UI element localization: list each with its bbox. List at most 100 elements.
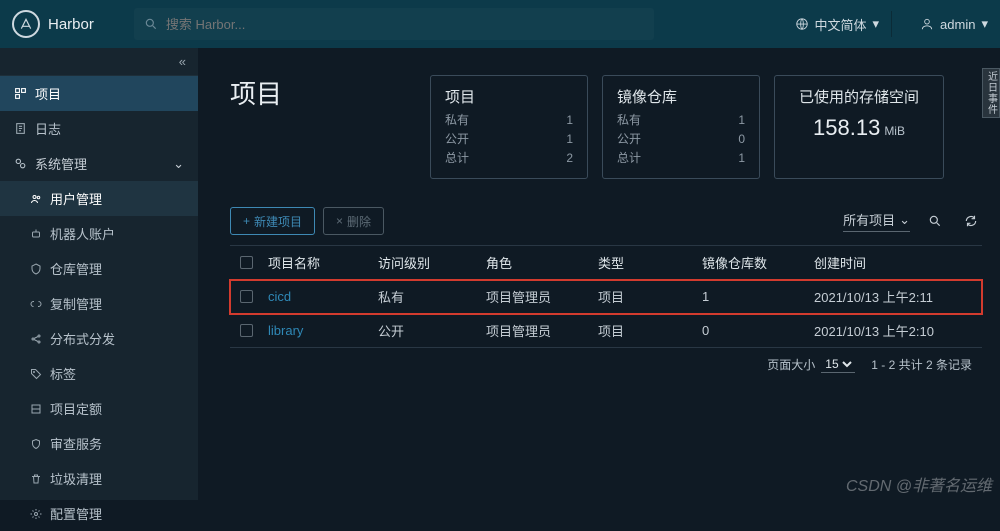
sidebar-item-gc[interactable]: 垃圾清理 bbox=[0, 461, 198, 496]
row-checkbox[interactable] bbox=[240, 324, 253, 337]
table-row: library 公开 项目管理员 项目 0 2021/10/13 上午2:10 bbox=[230, 314, 982, 348]
trash-icon bbox=[30, 473, 42, 485]
stat-val: 2 bbox=[566, 149, 573, 168]
sidebar-group-label: 系统管理 bbox=[35, 154, 87, 173]
language-label: 中文简体 bbox=[815, 15, 867, 34]
stat-title: 已使用的存储空间 bbox=[793, 86, 925, 107]
button-label: 删除 bbox=[347, 213, 371, 230]
project-link[interactable]: cicd bbox=[268, 289, 378, 304]
logs-icon bbox=[14, 122, 27, 135]
sidebar-item-audit[interactable]: 审查服务 bbox=[0, 426, 198, 461]
stat-title: 项目 bbox=[445, 86, 573, 107]
sidebar-item-label: 配置管理 bbox=[50, 504, 102, 523]
sidebar-item-distribution[interactable]: 分布式分发 bbox=[0, 321, 198, 356]
tag-icon bbox=[30, 368, 42, 380]
stat-key: 公开 bbox=[445, 130, 469, 149]
sidebar-item-quota[interactable]: 项目定额 bbox=[0, 391, 198, 426]
sidebar-item-label: 项目 bbox=[35, 84, 61, 103]
projects-table: 项目名称 访问级别 角色 类型 镜像仓库数 创建时间 cicd 私有 项目管理员… bbox=[230, 245, 982, 348]
chevron-down-icon: ▾ bbox=[873, 16, 880, 32]
repo-icon bbox=[30, 263, 42, 275]
sidebar-item-projects[interactable]: 项目 bbox=[0, 76, 198, 111]
stat-val: 1 bbox=[738, 149, 745, 168]
global-search[interactable] bbox=[134, 8, 654, 40]
col-access: 访问级别 bbox=[378, 253, 486, 272]
stat-key: 公开 bbox=[617, 130, 641, 149]
harbor-logo-icon bbox=[12, 10, 40, 38]
page-size-select[interactable]: 15 bbox=[821, 356, 855, 373]
close-icon: × bbox=[336, 214, 343, 228]
sidebar: « 项目 日志 系统管理 ⌄ 用户管理 bbox=[0, 48, 198, 500]
cell-type: 项目 bbox=[598, 321, 702, 340]
sidebar-item-logs[interactable]: 日志 bbox=[0, 111, 198, 146]
language-switcher[interactable]: 中文简体 ▾ bbox=[795, 15, 880, 34]
sidebar-item-label: 日志 bbox=[35, 119, 61, 138]
sidebar-item-label: 仓库管理 bbox=[50, 259, 102, 278]
main-content: 项目 项目 私有 1 公开 1 总计 2 镜像仓库 私有1 公开0 总计1 已使用的存… bbox=[198, 48, 1000, 500]
gear-icon bbox=[30, 508, 42, 520]
project-link[interactable]: library bbox=[268, 323, 378, 338]
sidebar-item-label: 用户管理 bbox=[50, 189, 102, 208]
new-project-button[interactable]: + 新建项目 bbox=[230, 207, 315, 235]
sidebar-group-children: 用户管理 机器人账户 仓库管理 复制管理 分布式分发 标签 bbox=[0, 181, 198, 531]
table-header: 项目名称 访问级别 角色 类型 镜像仓库数 创建时间 bbox=[230, 246, 982, 280]
chevron-down-icon: ⌄ bbox=[899, 212, 910, 228]
delete-button[interactable]: × 删除 bbox=[323, 207, 384, 235]
stat-card-storage: 已使用的存储空间 158.13MiB bbox=[774, 75, 944, 179]
users-icon bbox=[30, 193, 42, 205]
storage-value: 158.13 bbox=[813, 115, 880, 140]
sidebar-item-replication[interactable]: 复制管理 bbox=[0, 286, 198, 321]
cell-access: 公开 bbox=[378, 321, 486, 340]
sidebar-group-system[interactable]: 系统管理 ⌄ bbox=[0, 146, 198, 181]
stat-key: 总计 bbox=[445, 149, 469, 168]
user-label: admin bbox=[940, 17, 975, 32]
settings-icon bbox=[14, 157, 27, 170]
filter-label: 所有项目 bbox=[843, 210, 895, 229]
pagination: 页面大小 15 1 - 2 共计 2 条记录 bbox=[230, 348, 982, 373]
search-filter-button[interactable] bbox=[924, 210, 946, 232]
sidebar-item-robots[interactable]: 机器人账户 bbox=[0, 216, 198, 251]
stat-val: 1 bbox=[738, 111, 745, 130]
stat-key: 私有 bbox=[445, 111, 469, 130]
sidebar-item-label: 复制管理 bbox=[50, 294, 102, 313]
stat-card-repos: 镜像仓库 私有1 公开0 总计1 bbox=[602, 75, 760, 179]
stat-card-projects: 项目 私有1 公开1 总计2 bbox=[430, 75, 588, 179]
cell-created: 2021/10/13 上午2:11 bbox=[814, 287, 972, 306]
sidebar-collapse[interactable]: « bbox=[0, 48, 198, 76]
sidebar-item-label: 机器人账户 bbox=[50, 224, 115, 243]
search-input[interactable] bbox=[166, 17, 644, 32]
stat-title: 镜像仓库 bbox=[617, 86, 745, 107]
shield-icon bbox=[30, 438, 42, 450]
refresh-button[interactable] bbox=[960, 210, 982, 232]
toolbar: + 新建项目 × 删除 所有项目 ⌄ bbox=[230, 207, 982, 235]
plus-icon: + bbox=[243, 214, 250, 228]
sidebar-item-label: 标签 bbox=[50, 364, 76, 383]
stat-val: 1 bbox=[566, 111, 573, 130]
cell-role: 项目管理员 bbox=[486, 321, 598, 340]
cell-access: 私有 bbox=[378, 287, 486, 306]
events-side-tab[interactable]: 近日事件 bbox=[982, 68, 1000, 118]
sidebar-item-labels[interactable]: 标签 bbox=[0, 356, 198, 391]
select-all-checkbox[interactable] bbox=[240, 256, 253, 269]
cell-type: 项目 bbox=[598, 287, 702, 306]
table-row: cicd 私有 项目管理员 项目 1 2021/10/13 上午2:11 bbox=[230, 280, 982, 314]
cell-created: 2021/10/13 上午2:10 bbox=[814, 321, 972, 340]
col-name[interactable]: 项目名称 bbox=[268, 253, 378, 272]
search-icon bbox=[144, 17, 158, 31]
user-menu[interactable]: admin ▾ bbox=[920, 16, 988, 32]
project-filter-dropdown[interactable]: 所有项目 ⌄ bbox=[843, 210, 910, 232]
col-created: 创建时间 bbox=[814, 253, 972, 272]
col-type: 类型 bbox=[598, 253, 702, 272]
header-divider bbox=[891, 11, 892, 37]
sidebar-item-config[interactable]: 配置管理 bbox=[0, 496, 198, 531]
sidebar-item-repos[interactable]: 仓库管理 bbox=[0, 251, 198, 286]
projects-icon bbox=[14, 87, 27, 100]
sidebar-item-label: 分布式分发 bbox=[50, 329, 115, 348]
row-checkbox[interactable] bbox=[240, 290, 253, 303]
sidebar-item-label: 垃圾清理 bbox=[50, 469, 102, 488]
col-role: 角色 bbox=[486, 253, 598, 272]
sidebar-item-users[interactable]: 用户管理 bbox=[0, 181, 198, 216]
quota-icon bbox=[30, 403, 42, 415]
sidebar-item-label: 项目定额 bbox=[50, 399, 102, 418]
cell-role: 项目管理员 bbox=[486, 287, 598, 306]
